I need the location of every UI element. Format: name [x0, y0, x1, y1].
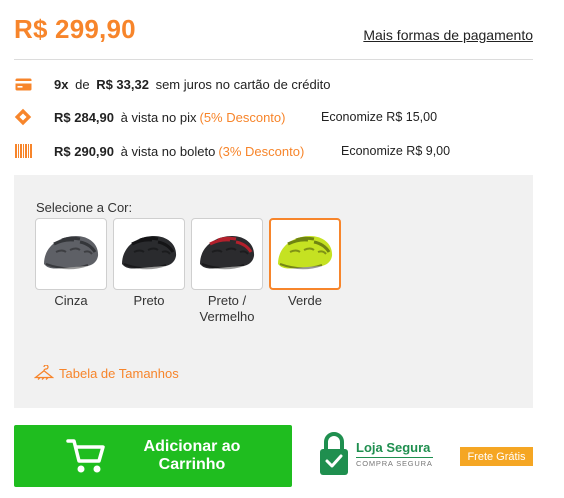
product-options-panel: Selecione a Cor: Cinza Preto Preto / Verme… — [14, 175, 533, 408]
size-table-label: Tabela de Tamanhos — [59, 365, 179, 381]
pix-amount: R$ 284,90 — [54, 109, 114, 125]
padlock-icon — [320, 432, 348, 475]
color-swatch-2[interactable] — [191, 218, 263, 290]
pix-description: à vista no pix — [120, 109, 197, 125]
payment-row-card: 9x de R$ 33,32 sem juros no cartão de cr… — [14, 74, 330, 94]
secure-store-title: Loja Segura — [356, 440, 431, 455]
secure-store-seal: Loja Segura COMPRA SEGURA — [318, 431, 433, 477]
installments-count: 9x — [54, 76, 69, 92]
boleto-savings: Economize R$ 9,00 — [341, 144, 451, 158]
payment-row-pix: R$ 284,90 à vista no pix (5% Desconto) Ec… — [14, 107, 437, 127]
color-swatch-1[interactable] — [113, 218, 185, 290]
color-swatch-0[interactable] — [35, 218, 107, 290]
helmet-image — [200, 236, 255, 270]
color-swatch-label: Preto / Vermelho — [199, 293, 255, 324]
pix-discount: (5% Desconto) — [199, 109, 286, 125]
barcode-icon — [14, 142, 32, 160]
pix-icon — [14, 108, 32, 126]
color-swatch-label: Verde — [288, 293, 322, 308]
installments-connector: de — [75, 76, 90, 92]
color-swatch-label: Preto — [133, 293, 165, 308]
installment-amount: R$ 33,32 — [96, 76, 149, 92]
product-price: R$ 299,90 — [14, 14, 136, 44]
color-swatch-label: Cinza — [54, 293, 88, 308]
free-shipping-badge: Frete Grátis — [460, 447, 533, 466]
add-to-cart-button[interactable]: Adicionar ao Carrinho — [14, 425, 292, 487]
installment-description: sem juros no cartão de crédito — [155, 76, 331, 92]
add-to-cart-label: Adicionar ao Carrinho — [143, 438, 241, 473]
divider — [14, 59, 533, 60]
color-select-label: Selecione a Cor: — [36, 200, 133, 215]
helmet-image — [122, 236, 177, 270]
shopping-cart-icon — [66, 437, 126, 475]
more-payment-options-link[interactable]: Mais formas de pagamento — [363, 27, 533, 43]
hanger-icon — [34, 365, 54, 380]
pix-savings: Economize R$ 15,00 — [321, 110, 438, 124]
secure-store-subtitle: COMPRA SEGURA — [356, 457, 433, 468]
payment-row-boleto: R$ 290,90 à vista no boleto (3% Desconto)… — [14, 141, 450, 161]
helmet-image — [44, 236, 99, 270]
boleto-discount: (3% Desconto) — [218, 143, 305, 159]
color-swatch-3[interactable] — [269, 218, 341, 290]
boleto-description: à vista no boleto — [120, 143, 216, 159]
helmet-image — [278, 236, 333, 270]
credit-card-icon — [14, 75, 32, 93]
size-table-link[interactable]: Tabela de Tamanhos — [34, 365, 179, 381]
boleto-amount: R$ 290,90 — [54, 143, 114, 159]
